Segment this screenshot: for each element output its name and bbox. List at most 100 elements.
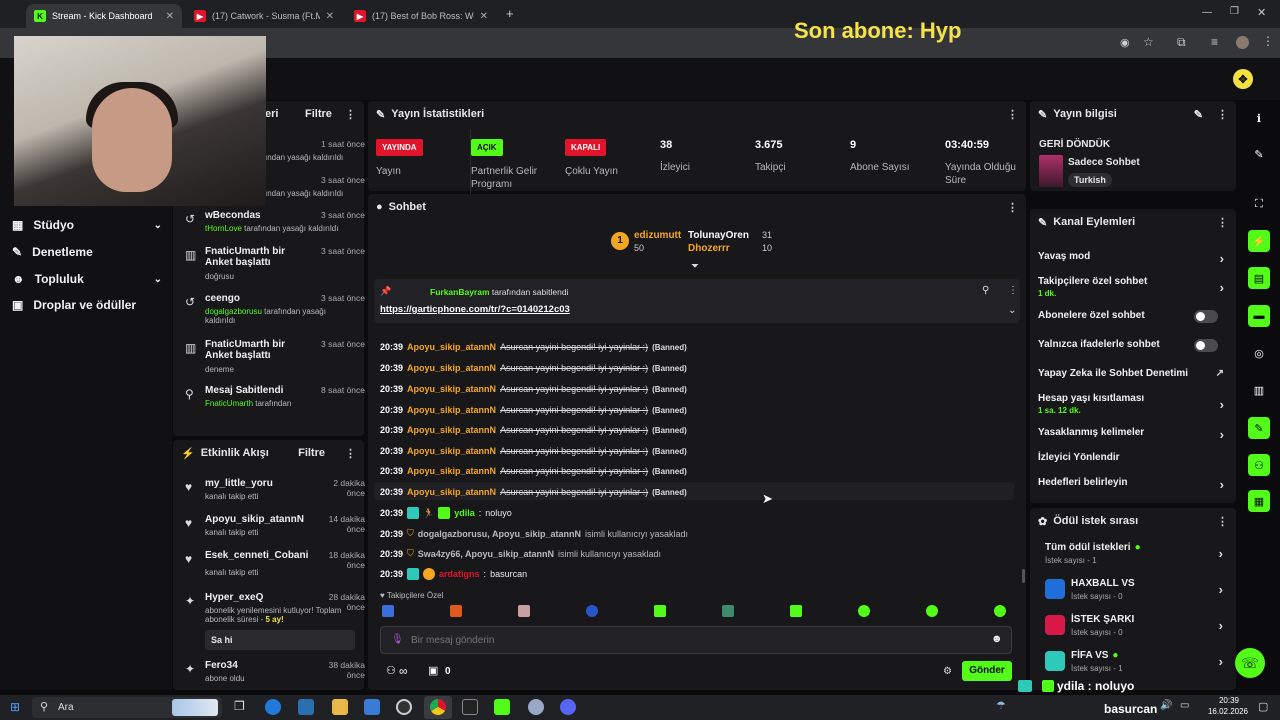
- emote-icon[interactable]: [382, 605, 394, 617]
- more-icon[interactable]: ⋮: [1008, 285, 1018, 296]
- chrome-icon[interactable]: [430, 699, 446, 715]
- action-emote-only[interactable]: Yalnızca ifadelerle sohbet: [1038, 339, 1224, 352]
- file-explorer-icon[interactable]: [332, 699, 348, 715]
- chat-input-box[interactable]: 🎙 ☻: [380, 626, 1012, 654]
- more-icon[interactable]: ⋮: [1217, 216, 1228, 229]
- tag-pill[interactable]: Turkish: [1068, 173, 1112, 187]
- reward-haxball[interactable]: HAXBALL VS İstek sayısı - 0 ›: [1045, 578, 1223, 601]
- steam-icon[interactable]: [298, 699, 314, 715]
- filter-button[interactable]: Filtre: [298, 447, 325, 459]
- close-icon[interactable]: ✕: [166, 11, 174, 22]
- window-close-icon[interactable]: ✕: [1257, 6, 1266, 19]
- nav-community[interactable]: ☻ Topluluk ⌄: [12, 272, 162, 286]
- tab-kick-dashboard[interactable]: K Stream - Kick Dashboard ✕: [26, 4, 182, 28]
- discord-icon[interactable]: [560, 699, 576, 715]
- msg-user[interactable]: Apoyu_sikip_atannN: [407, 342, 496, 352]
- category-name[interactable]: Sadece Sohbet: [1068, 157, 1140, 168]
- action-banned-words[interactable]: Yasaklanmış kelimeler ›: [1038, 427, 1224, 442]
- reward-all[interactable]: Tüm ödül istekleri ● İstek sayısı - 1 ›: [1045, 542, 1223, 565]
- msg-user[interactable]: Apoyu_sikip_atannN: [407, 487, 496, 497]
- settings-gear-icon[interactable]: ⚙: [943, 666, 952, 677]
- more-icon[interactable]: ⋮: [345, 108, 356, 121]
- action-account-age[interactable]: Hesap yaşı kısıtlaması 1 sa. 12 dk. ›: [1038, 393, 1224, 415]
- extensions-icon[interactable]: ⧉: [1177, 35, 1186, 50]
- taskbar-search-box[interactable]: ⚲ Ara: [32, 697, 222, 718]
- close-icon[interactable]: ✕: [326, 11, 334, 22]
- emote-icon[interactable]: [926, 605, 938, 617]
- msg-user[interactable]: Apoyu_sikip_atannN: [407, 363, 496, 373]
- collapse-icon[interactable]: ⏷: [691, 261, 699, 272]
- broadcast-icon[interactable]: ◎: [1248, 342, 1270, 364]
- close-icon[interactable]: ✕: [480, 11, 488, 22]
- emote-icon[interactable]: [994, 605, 1006, 617]
- minimize-icon[interactable]: —: [1202, 7, 1212, 18]
- msg-user[interactable]: Apoyu_sikip_atannN: [407, 446, 496, 456]
- star-icon[interactable]: ☆: [1143, 35, 1154, 49]
- edge-icon[interactable]: [265, 699, 281, 715]
- more-icon[interactable]: ⋮: [1007, 201, 1018, 214]
- avatar[interactable]: [1236, 36, 1249, 49]
- volume-icon[interactable]: 🔊: [1160, 700, 1172, 711]
- edit-icon[interactable]: ✎: [1194, 108, 1203, 121]
- action-goals[interactable]: Hedefleri belirleyin ›: [1038, 477, 1224, 492]
- action-ai-moderation[interactable]: Yapay Zeka ile Sohbet Denetimi ↗: [1038, 368, 1224, 379]
- clock-time[interactable]: 20:39: [1206, 696, 1252, 705]
- emote-icon[interactable]: [518, 605, 530, 617]
- emote-icon[interactable]: [450, 605, 462, 617]
- toggle-switch[interactable]: [1194, 339, 1218, 352]
- msg-user[interactable]: Apoyu_sikip_atannN: [407, 466, 496, 476]
- more-icon[interactable]: ⋮: [1217, 515, 1228, 528]
- chat-bubble-icon[interactable]: ▬: [1248, 305, 1270, 327]
- action-slow-mode[interactable]: Yavaş mod ›: [1038, 251, 1224, 266]
- nav-studio[interactable]: ▦ Stüdyo ⌄: [12, 218, 162, 232]
- gift-icon[interactable]: ▣: [428, 664, 438, 677]
- emote-icon[interactable]: [722, 605, 734, 617]
- more-icon[interactable]: ⋮: [1007, 108, 1018, 121]
- obs-icon[interactable]: [396, 699, 412, 715]
- fullscreen-icon[interactable]: ⛶: [1248, 193, 1270, 215]
- msg-user[interactable]: ydila: [454, 508, 475, 518]
- action-followers-only[interactable]: Takipçilere özel sohbet 1 dk. ›: [1038, 276, 1224, 298]
- reward-song[interactable]: İSTEK ŞARKI İstek sayısı - 0 ›: [1045, 614, 1223, 637]
- points-icon[interactable]: ⚇: [386, 664, 396, 677]
- emote-icon[interactable]: [586, 605, 598, 617]
- emote-icon[interactable]: [790, 605, 802, 617]
- eye-icon[interactable]: ◉: [1120, 36, 1130, 49]
- chevron-down-icon[interactable]: ⌄: [1008, 305, 1016, 316]
- send-button[interactable]: Gönder: [962, 661, 1012, 681]
- menu-icon[interactable]: ⋮: [1262, 34, 1274, 48]
- unpin-icon[interactable]: ⚲: [982, 285, 989, 296]
- filter-button[interactable]: Filtre: [305, 108, 332, 120]
- reading-list-icon[interactable]: ≡: [1211, 35, 1218, 49]
- msg-user[interactable]: Apoyu_sikip_atannN: [407, 405, 496, 415]
- action-subs-only[interactable]: Abonelere özel sohbet: [1038, 310, 1224, 323]
- pencil-icon[interactable]: ✎: [1248, 143, 1270, 165]
- task-view-icon[interactable]: ❐: [234, 699, 245, 713]
- bolt-icon[interactable]: ⚡: [1248, 230, 1270, 252]
- msg-user[interactable]: Apoyu_sikip_atannN: [407, 384, 496, 394]
- maximize-icon[interactable]: ❐: [1230, 6, 1239, 17]
- clock-date[interactable]: 16.02.2026: [1202, 707, 1254, 716]
- msg-user[interactable]: ardatigns: [439, 569, 480, 579]
- toggle-switch[interactable]: [1194, 310, 1218, 323]
- support-icon[interactable]: ☏: [1235, 648, 1265, 678]
- document-icon[interactable]: ▤: [1248, 267, 1270, 289]
- store-icon[interactable]: [364, 699, 380, 715]
- pinned-link[interactable]: https://garticphone.com/tr/?c=0140212c03: [380, 304, 570, 315]
- new-tab-button[interactable]: +: [506, 6, 514, 21]
- kick-app-icon[interactable]: [494, 699, 510, 715]
- windows-start-icon[interactable]: ⊞: [10, 700, 20, 714]
- nodes-icon[interactable]: ⚇: [1248, 454, 1270, 476]
- clapper-icon[interactable]: ▦: [1248, 490, 1270, 512]
- msg-user[interactable]: Apoyu_sikip_atannN: [407, 425, 496, 435]
- tab-bob-ross[interactable]: ▶ (17) Best of Bob Ross: Weekend… ✕: [346, 4, 496, 28]
- mic-icon[interactable]: 🎙: [391, 634, 404, 645]
- info-icon[interactable]: ℹ: [1248, 107, 1270, 129]
- more-icon[interactable]: ⋮: [1217, 108, 1228, 121]
- action-raid[interactable]: İzleyici Yönlendir: [1038, 452, 1224, 463]
- chat-input[interactable]: [411, 632, 971, 648]
- layout-icon[interactable]: ▥: [1248, 379, 1270, 401]
- more-icon[interactable]: ⋮: [345, 447, 356, 460]
- battery-icon[interactable]: ▭: [1180, 700, 1189, 711]
- app-icon[interactable]: [528, 699, 544, 715]
